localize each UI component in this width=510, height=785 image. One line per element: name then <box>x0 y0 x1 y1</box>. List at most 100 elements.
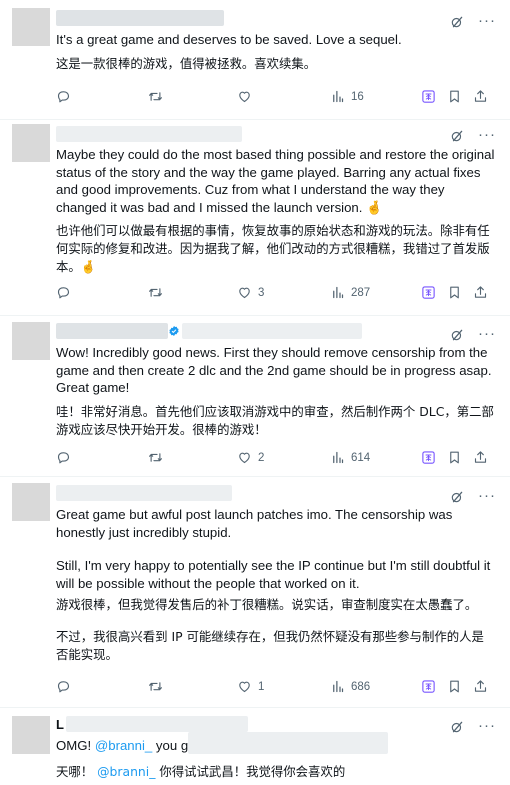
tweet[interactable]: L ··· OMG! @branni_ you go 天哪！ @branni_ … <box>0 708 510 785</box>
redacted-text <box>188 732 388 754</box>
share-button[interactable] <box>473 450 488 465</box>
reply-icon <box>56 285 71 300</box>
avatar[interactable] <box>12 322 50 360</box>
more-icon[interactable]: ··· <box>478 13 496 28</box>
like-count: 3 <box>258 286 265 299</box>
reply-button[interactable] <box>56 450 71 465</box>
text-fragment: 天哪！ <box>56 763 98 779</box>
like-icon <box>237 89 252 104</box>
views-button[interactable]: 686 <box>330 679 370 694</box>
bookmark-icon <box>447 679 462 694</box>
tweet-text: Great game but awful post launch patches… <box>56 507 453 540</box>
translate-button[interactable] <box>421 89 436 104</box>
translate-button[interactable] <box>421 450 436 465</box>
tweet-translation: 也许他们可以做最有根据的事情，恢复故事的原始状态和游戏的玩法。除非有任何实际的修… <box>56 223 490 275</box>
bookmark-icon <box>447 89 462 104</box>
tweet-text: Maybe they could do the most based thing… <box>56 147 495 215</box>
text-fragment: 你得试试武昌！我觉得你会喜欢的 <box>155 763 346 779</box>
translate-icon <box>421 450 436 465</box>
translate-button[interactable] <box>421 285 436 300</box>
grok-icon[interactable] <box>450 720 464 734</box>
grok-icon[interactable] <box>450 490 464 504</box>
redacted-user-name <box>66 716 248 732</box>
grok-icon[interactable] <box>450 328 464 342</box>
translate-icon <box>421 679 436 694</box>
more-icon[interactable]: ··· <box>478 488 496 503</box>
bookmark-button[interactable] <box>447 679 462 694</box>
avatar[interactable] <box>12 716 50 754</box>
reply-button[interactable] <box>56 285 71 300</box>
reply-icon <box>56 89 71 104</box>
like-button[interactable] <box>237 89 258 104</box>
bookmark-icon <box>447 285 462 300</box>
like-icon <box>237 450 252 465</box>
views-button[interactable]: 16 <box>330 89 364 104</box>
views-button[interactable]: 287 <box>330 285 370 300</box>
tweet[interactable]: ··· It's a great game and deserves to be… <box>0 0 510 119</box>
tweet[interactable]: ··· Wow! Incredibly good news. First the… <box>0 316 510 476</box>
avatar[interactable] <box>12 124 50 162</box>
like-button[interactable]: 2 <box>237 450 264 465</box>
views-icon <box>330 450 345 465</box>
mention-link[interactable]: @branni_ <box>97 764 155 779</box>
like-button[interactable]: 1 <box>237 679 264 694</box>
tweet-translation: 游戏很棒，但我觉得发售后的补丁很糟糕。说实话，审查制度实在太愚蠢了。 <box>56 597 478 613</box>
tweet[interactable]: ··· Maybe they could do the most based t… <box>0 120 510 315</box>
translate-icon <box>421 89 436 104</box>
translate-button[interactable] <box>421 679 436 694</box>
retweet-icon <box>148 89 163 104</box>
retweet-icon <box>148 679 163 694</box>
tweet-translation: 天哪！ @branni_ 你得试试武昌！我觉得你会喜欢的 <box>56 763 496 781</box>
retweet-button[interactable] <box>148 450 163 465</box>
grok-icon[interactable] <box>450 129 464 143</box>
like-count: 2 <box>258 451 265 464</box>
tweet-translation: 这是一款很棒的游戏，值得被拯救。喜欢续集。 <box>56 55 317 71</box>
redacted-user-name <box>56 485 232 501</box>
views-icon <box>330 679 345 694</box>
views-icon <box>330 89 345 104</box>
tweet-text: Still, I'm very happy to potentially see… <box>56 558 491 591</box>
share-button[interactable] <box>473 285 488 300</box>
tweet[interactable]: ··· Great game but awful post launch pat… <box>0 477 510 707</box>
share-button[interactable] <box>473 679 488 694</box>
share-button[interactable] <box>473 89 488 104</box>
views-count: 287 <box>351 286 371 299</box>
views-icon <box>330 285 345 300</box>
more-icon[interactable]: ··· <box>478 127 496 142</box>
tweet-translation: 哇！非常好消息。首先他们应该取消游戏中的审查，然后制作两个 DLC，第二部游戏应… <box>56 403 494 437</box>
like-icon <box>237 285 252 300</box>
views-button[interactable]: 614 <box>330 450 370 465</box>
mention-link[interactable]: @branni_ <box>95 738 152 753</box>
views-count: 686 <box>351 680 371 693</box>
tweet-translation: 不过，我很高兴看到 IP 可能继续存在，但我仍然怀疑没有那些参与制作的人是否能实… <box>56 629 484 663</box>
bookmark-icon <box>447 450 462 465</box>
more-icon[interactable]: ··· <box>478 718 496 733</box>
text-fragment: OMG! <box>56 738 95 753</box>
share-icon <box>473 89 488 104</box>
reply-icon <box>56 679 71 694</box>
bookmark-button[interactable] <box>447 450 462 465</box>
avatar[interactable] <box>12 483 50 521</box>
reply-button[interactable] <box>56 679 71 694</box>
bookmark-button[interactable] <box>447 89 462 104</box>
redacted-user-handle <box>182 323 362 339</box>
views-count: 16 <box>351 90 364 103</box>
share-icon <box>473 450 488 465</box>
redacted-user-name <box>56 126 242 142</box>
reply-button[interactable] <box>56 89 71 104</box>
verified-icon <box>169 326 179 336</box>
bookmark-button[interactable] <box>447 285 462 300</box>
grok-icon[interactable] <box>450 15 464 29</box>
like-icon <box>237 679 252 694</box>
retweet-button[interactable] <box>148 89 163 104</box>
translate-icon <box>421 285 436 300</box>
user-name-initial[interactable]: L <box>56 717 64 732</box>
retweet-button[interactable] <box>148 285 163 300</box>
like-count: 1 <box>258 680 265 693</box>
retweet-button[interactable] <box>148 679 163 694</box>
like-button[interactable]: 3 <box>237 285 264 300</box>
share-icon <box>473 285 488 300</box>
more-icon[interactable]: ··· <box>478 326 496 341</box>
avatar[interactable] <box>12 8 50 46</box>
share-icon <box>473 679 488 694</box>
